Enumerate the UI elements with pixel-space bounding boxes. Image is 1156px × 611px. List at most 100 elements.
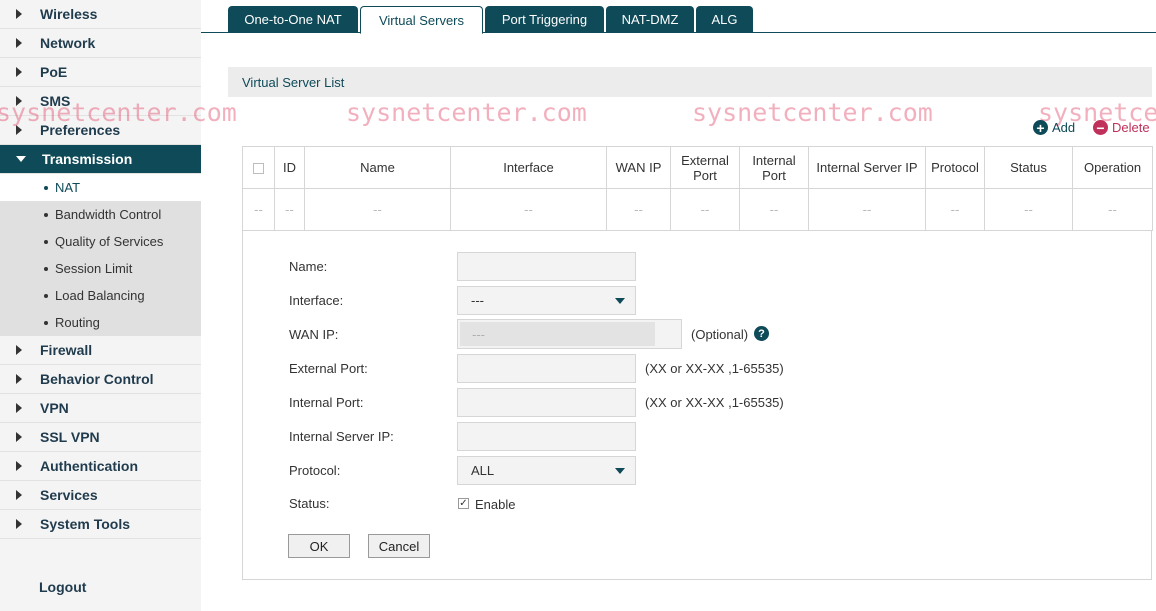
delete-button[interactable]: − Delete — [1093, 120, 1150, 135]
column-header: Status — [984, 146, 1073, 189]
bullet-icon — [44, 212, 48, 217]
external-port-input[interactable] — [457, 354, 636, 383]
interface-value: --- — [471, 293, 484, 308]
caret-right-icon — [16, 374, 22, 384]
nav-item-system-tools[interactable]: System Tools — [0, 510, 201, 539]
sub-item-label: Quality of Services — [55, 234, 164, 249]
column-header: Interface — [450, 146, 607, 189]
protocol-select[interactable]: ALL — [457, 456, 636, 485]
column-header: Internal Server IP — [808, 146, 926, 189]
nav-label: Wireless — [40, 6, 98, 22]
enable-label: Enable — [475, 497, 516, 512]
sub-item-session-limit[interactable]: Session Limit — [0, 255, 201, 282]
nav-item-transmission[interactable]: Transmission — [0, 145, 201, 174]
table-cell: -- — [1072, 188, 1153, 231]
help-icon[interactable]: ? — [754, 326, 769, 341]
nav-label: PoE — [40, 64, 68, 80]
nav-label: Authentication — [40, 458, 138, 474]
name-label: Name: — [289, 259, 328, 274]
wan-ip-label: WAN IP: — [289, 327, 339, 342]
nav-label: Services — [40, 487, 98, 503]
table-cell: -- — [606, 188, 671, 231]
nav-item-behavior-control[interactable]: Behavior Control — [0, 365, 201, 394]
caret-right-icon — [16, 490, 22, 500]
table-cell: -- — [670, 188, 740, 231]
table-cell: -- — [808, 188, 926, 231]
ok-button[interactable]: OK — [288, 534, 350, 558]
internal-port-hint: (XX or XX-XX ,1-65535) — [645, 395, 784, 410]
sub-item-label: NAT — [55, 180, 81, 195]
caret-right-icon — [16, 519, 22, 529]
dropdown-arrow-icon — [615, 468, 625, 474]
sub-item-load-balancing[interactable]: Load Balancing — [0, 282, 201, 309]
nav-label: VPN — [40, 400, 69, 416]
caret-right-icon — [16, 403, 22, 413]
cancel-button[interactable]: Cancel — [368, 534, 430, 558]
caret-right-icon — [16, 345, 22, 355]
tab-bar: One-to-One NAT Virtual Servers Port Trig… — [201, 0, 1156, 34]
caret-right-icon — [16, 9, 22, 19]
virtual-server-table: ID Name Interface WAN IP External Port I… — [242, 146, 1153, 231]
sub-item-quality-of-services[interactable]: Quality of Services — [0, 228, 201, 255]
bullet-icon — [44, 266, 48, 271]
tab-one-to-one-nat[interactable]: One-to-One NAT — [228, 6, 358, 33]
protocol-label: Protocol: — [289, 463, 341, 478]
dropdown-arrow-icon — [615, 298, 625, 304]
nav-item-network[interactable]: Network — [0, 29, 201, 58]
sub-item-label: Routing — [55, 315, 100, 330]
nav-label: Firewall — [40, 342, 93, 358]
nav-item-wireless[interactable]: Wireless — [0, 0, 201, 29]
table-cell: -- — [739, 188, 809, 231]
nav-item-firewall[interactable]: Firewall — [0, 336, 201, 365]
interface-select[interactable]: --- — [457, 286, 636, 315]
column-header: Name — [304, 146, 451, 189]
sub-item-nat[interactable]: NAT — [0, 174, 201, 201]
nav-item-authentication[interactable]: Authentication — [0, 452, 201, 481]
wan-ip-field[interactable]: --- — [457, 319, 682, 349]
tab-nat-dmz[interactable]: NAT-DMZ — [606, 6, 694, 33]
nav-item-vpn[interactable]: VPN — [0, 394, 201, 423]
table-row: -- -- -- -- -- -- -- -- -- -- -- — [242, 188, 1153, 231]
plus-icon: + — [1033, 120, 1048, 135]
bullet-icon — [44, 293, 48, 298]
logout-link[interactable]: Logout — [39, 579, 86, 595]
add-button[interactable]: + Add — [1033, 120, 1075, 135]
sidebar: Wireless Network PoE SMS Preferences Tra… — [0, 0, 201, 611]
nav-label: Transmission — [42, 151, 133, 167]
select-all-checkbox[interactable] — [253, 163, 264, 175]
name-input[interactable] — [457, 252, 636, 281]
nav-item-services[interactable]: Services — [0, 481, 201, 510]
column-header: Internal Port — [739, 146, 809, 189]
internal-port-input[interactable] — [457, 388, 636, 417]
tab-virtual-servers[interactable]: Virtual Servers — [360, 6, 483, 34]
select-all-cell — [242, 146, 275, 189]
column-header: WAN IP — [606, 146, 671, 189]
table-cell: -- — [925, 188, 985, 231]
delete-label: Delete — [1112, 120, 1150, 135]
sub-item-label: Bandwidth Control — [55, 207, 162, 222]
bullet-icon — [44, 185, 48, 190]
caret-right-icon — [16, 432, 22, 442]
caret-right-icon — [16, 67, 22, 77]
tab-alg[interactable]: ALG — [696, 6, 753, 33]
column-header: External Port — [670, 146, 740, 189]
sub-item-label: Load Balancing — [55, 288, 145, 303]
status-label: Status: — [289, 496, 330, 511]
internal-server-ip-input[interactable] — [457, 422, 636, 451]
bullet-icon — [44, 239, 48, 244]
nav-item-poe[interactable]: PoE — [0, 58, 201, 87]
watermark: sysnetcenter.com — [346, 98, 587, 127]
table-cell: -- — [274, 188, 305, 231]
sub-item-routing[interactable]: Routing — [0, 309, 201, 336]
sub-item-bandwidth-control[interactable]: Bandwidth Control — [0, 201, 201, 228]
tab-port-triggering[interactable]: Port Triggering — [485, 6, 604, 33]
internal-port-label: Internal Port: — [289, 395, 364, 410]
section-title: Virtual Server List — [228, 67, 1152, 97]
nav-item-ssl-vpn[interactable]: SSL VPN — [0, 423, 201, 452]
nav-label: Behavior Control — [40, 371, 154, 387]
nav-label: System Tools — [40, 516, 130, 532]
table-header-row: ID Name Interface WAN IP External Port I… — [242, 146, 1153, 189]
enable-checkbox[interactable]: ✓ — [458, 498, 469, 509]
nav-label: SSL VPN — [40, 429, 100, 445]
column-header: Protocol — [925, 146, 985, 189]
